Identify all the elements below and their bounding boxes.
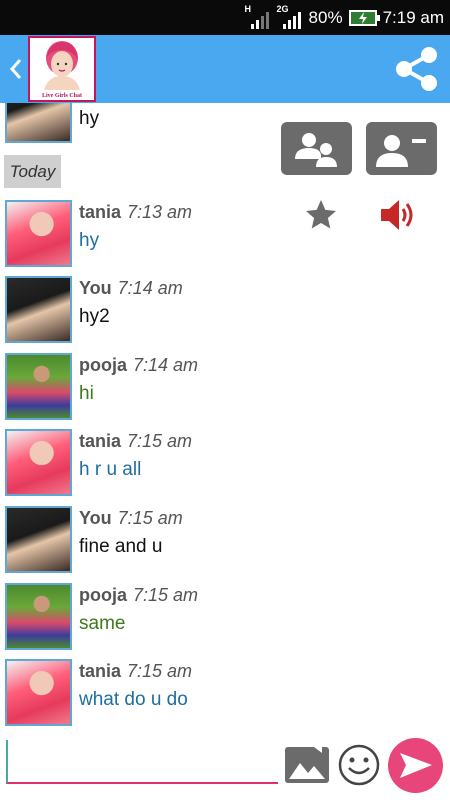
chat-list[interactable]: hy Today tania 7:13 am hy You 7:14 am hy… [0, 103, 450, 735]
message-item: pooja 7:14 am hi [0, 353, 450, 423]
sender-name: pooja [79, 585, 127, 605]
message-item: tania 7:13 am hy [0, 200, 450, 270]
tania-avatar[interactable] [5, 200, 72, 267]
message-text: hy2 [79, 306, 110, 327]
sender-name: pooja [79, 355, 127, 375]
you-avatar[interactable] [5, 276, 72, 343]
message-text: hi [79, 383, 94, 404]
remove-contact-button[interactable] [366, 122, 437, 175]
tania-avatar[interactable] [5, 659, 72, 726]
emoji-icon[interactable] [337, 743, 381, 787]
app-logo: Live Girls Chat [28, 36, 96, 102]
app-bar: Live Girls Chat [0, 35, 450, 103]
group-icon [294, 132, 337, 167]
tania-avatar[interactable] [5, 429, 72, 496]
message-text: hy [79, 108, 100, 129]
logo-caption: Live Girls Chat [42, 93, 82, 99]
message-time: 7:15 am [133, 585, 199, 605]
message-meta: pooja 7:15 am [79, 585, 198, 606]
girl-logo-icon [44, 41, 80, 90]
message-time: 7:13 am [127, 202, 193, 222]
message-text: fine and u [79, 536, 163, 557]
message-item: tania 7:15 am h r u all [0, 429, 450, 499]
message-meta: You 7:14 am [79, 278, 183, 299]
message-item: pooja 7:15 am same [0, 583, 450, 653]
message-meta: tania 7:13 am [79, 202, 192, 223]
sender-name: You [79, 508, 112, 528]
battery-charging-icon [348, 9, 380, 26]
message-item: You 7:14 am hy2 [0, 276, 450, 346]
signal-2g-icon: 2G [277, 4, 303, 29]
share-icon[interactable] [392, 44, 442, 94]
message-time: 7:14 am [133, 355, 199, 375]
sender-name: tania [79, 431, 122, 451]
message-time: 7:15 am [127, 661, 193, 681]
send-icon [400, 753, 432, 778]
sender-name: tania [79, 202, 122, 222]
you-avatar[interactable] [5, 103, 72, 143]
message-text: what do u do [79, 689, 188, 710]
message-text: same [79, 613, 126, 634]
message-item: You 7:15 am fine and u [0, 506, 450, 576]
you-avatar[interactable] [5, 506, 72, 573]
pooja-avatar[interactable] [5, 583, 72, 650]
send-button[interactable] [388, 738, 443, 793]
status-bar: H 2G 80% 7:19 am [0, 0, 450, 35]
message-meta: You 7:15 am [79, 508, 183, 529]
message-time: 7:15 am [127, 431, 193, 451]
battery-percent: 80% [308, 7, 343, 27]
clock: 7:19 am [382, 7, 444, 27]
message-text: h r u all [79, 459, 142, 480]
message-time: 7:14 am [117, 278, 183, 298]
date-divider: Today [4, 155, 61, 188]
group-button[interactable] [281, 122, 352, 175]
message-input[interactable] [6, 740, 278, 784]
message-item: tania 7:15 am what do u do [0, 659, 450, 729]
message-meta: tania 7:15 am [79, 661, 192, 682]
message-time: 7:15 am [117, 508, 183, 528]
pooja-avatar[interactable] [5, 353, 72, 420]
message-meta: pooja 7:14 am [79, 355, 198, 376]
sender-name: You [79, 278, 112, 298]
message-composer [0, 735, 450, 800]
message-meta: tania 7:15 am [79, 431, 192, 452]
signal-h-icon: H [245, 4, 271, 29]
message-text: hy [79, 230, 100, 251]
gallery-icon[interactable] [284, 745, 330, 785]
status-icons: H 2G 80% 7:19 am [245, 0, 444, 35]
back-icon[interactable] [6, 54, 26, 84]
sender-name: tania [79, 661, 122, 681]
remove-contact-icon [375, 134, 426, 167]
